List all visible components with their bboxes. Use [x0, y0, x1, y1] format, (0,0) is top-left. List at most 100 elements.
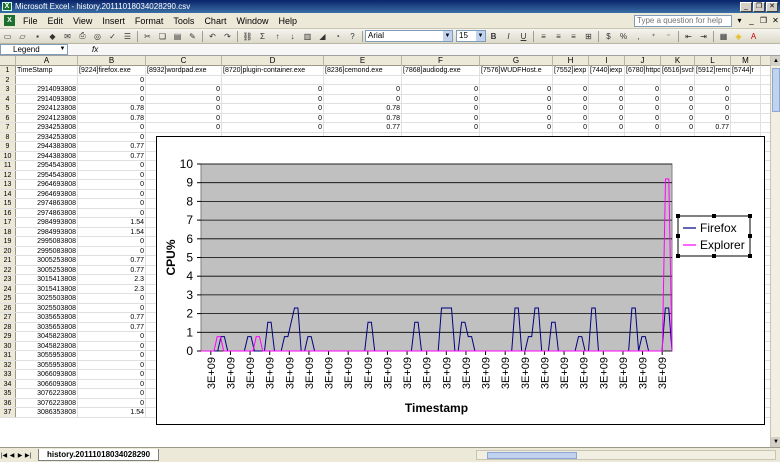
- cell[interactable]: 2984993808: [16, 218, 78, 227]
- cell[interactable]: 0: [402, 123, 480, 132]
- row-number[interactable]: 31: [0, 351, 16, 360]
- cell[interactable]: 0: [695, 113, 731, 122]
- row-number[interactable]: 29: [0, 332, 16, 341]
- workbook-minimize-icon[interactable]: _: [747, 15, 756, 26]
- cell[interactable]: 0: [661, 104, 695, 113]
- cell[interactable]: 3055953808: [16, 351, 78, 360]
- cell[interactable]: 0: [625, 94, 661, 103]
- cell[interactable]: [731, 104, 761, 113]
- cell[interactable]: 0: [146, 85, 222, 94]
- cell[interactable]: [16, 75, 78, 84]
- horizontal-scroll-thumb[interactable]: [487, 452, 577, 459]
- cell[interactable]: [661, 75, 695, 84]
- cell[interactable]: 2934253808: [16, 132, 78, 141]
- close-button[interactable]: ✕: [766, 1, 778, 12]
- cell[interactable]: 1.54: [78, 218, 146, 227]
- align-left-icon[interactable]: ≡: [537, 30, 550, 42]
- cell[interactable]: 0: [222, 85, 324, 94]
- name-box-dropdown-icon[interactable]: ▼: [58, 45, 67, 54]
- row-number[interactable]: 33: [0, 370, 16, 379]
- decrease-decimal-icon[interactable]: ⁻: [662, 30, 675, 42]
- cell[interactable]: 0: [625, 123, 661, 132]
- scroll-down-icon[interactable]: ▼: [771, 437, 780, 447]
- menu-chart[interactable]: Chart: [199, 16, 231, 26]
- cell[interactable]: 0.77: [324, 123, 402, 132]
- cell[interactable]: 2914093808: [16, 85, 78, 94]
- cell[interactable]: 0: [78, 132, 146, 141]
- row-number[interactable]: 37: [0, 408, 16, 417]
- cell[interactable]: 0: [78, 170, 146, 179]
- cell[interactable]: 3005253808: [16, 265, 78, 274]
- copy-icon[interactable]: ❏: [156, 30, 169, 42]
- minimize-button[interactable]: _: [740, 1, 752, 12]
- cell[interactable]: 0.77: [78, 142, 146, 151]
- cell[interactable]: 0: [78, 199, 146, 208]
- column-header-c[interactable]: C: [146, 56, 222, 66]
- column-header-l[interactable]: L: [695, 56, 731, 66]
- cell[interactable]: 0: [589, 113, 625, 122]
- row-number[interactable]: 27: [0, 313, 16, 322]
- cell[interactable]: 2924123808: [16, 104, 78, 113]
- cell[interactable]: [731, 113, 761, 122]
- menu-edit[interactable]: Edit: [43, 16, 69, 26]
- row-number[interactable]: 4: [0, 94, 16, 103]
- cell[interactable]: 0: [324, 85, 402, 94]
- cell[interactable]: 3066093808: [16, 370, 78, 379]
- cell[interactable]: 0: [589, 94, 625, 103]
- cell[interactable]: 2954543808: [16, 161, 78, 170]
- cell[interactable]: 0: [78, 237, 146, 246]
- cell[interactable]: 0.77: [78, 322, 146, 331]
- percent-icon[interactable]: %: [617, 30, 630, 42]
- cell[interactable]: 0: [480, 113, 553, 122]
- cell[interactable]: 0: [589, 85, 625, 94]
- row-number[interactable]: 34: [0, 379, 16, 388]
- row-number[interactable]: 32: [0, 360, 16, 369]
- cell[interactable]: [731, 123, 761, 132]
- scroll-up-icon[interactable]: ▲: [771, 56, 780, 66]
- align-center-icon[interactable]: ≡: [552, 30, 565, 42]
- excel-app-icon[interactable]: X: [2, 2, 12, 11]
- bold-icon[interactable]: B: [487, 30, 500, 42]
- row-number[interactable]: 26: [0, 303, 16, 312]
- row-number[interactable]: 36: [0, 398, 16, 407]
- menu-insert[interactable]: Insert: [97, 16, 130, 26]
- cell[interactable]: 0: [695, 85, 731, 94]
- paste-icon[interactable]: ▤: [171, 30, 184, 42]
- cell[interactable]: 3045823808: [16, 341, 78, 350]
- menu-help[interactable]: Help: [273, 16, 302, 26]
- row-number[interactable]: 1: [0, 66, 16, 75]
- comma-icon[interactable]: ,: [632, 30, 645, 42]
- select-all-corner[interactable]: [0, 56, 16, 66]
- cell[interactable]: 0: [78, 379, 146, 388]
- row-number[interactable]: 15: [0, 199, 16, 208]
- hyperlink-icon[interactable]: ⛓: [241, 30, 254, 42]
- prev-sheet-icon[interactable]: ◀: [8, 452, 16, 459]
- decrease-indent-icon[interactable]: ⇤: [682, 30, 695, 42]
- underline-icon[interactable]: U: [517, 30, 530, 42]
- permission-icon[interactable]: ◆: [46, 30, 59, 42]
- cell[interactable]: 0: [661, 85, 695, 94]
- row-number[interactable]: 16: [0, 208, 16, 217]
- merge-center-icon[interactable]: ⊞: [582, 30, 595, 42]
- cell[interactable]: 0: [553, 85, 589, 94]
- menu-format[interactable]: Format: [130, 16, 169, 26]
- cell[interactable]: 3055953808: [16, 360, 78, 369]
- cell[interactable]: 0: [222, 113, 324, 122]
- cell[interactable]: [5744]r: [731, 66, 761, 75]
- cell[interactable]: 0: [625, 104, 661, 113]
- row-number[interactable]: 6: [0, 113, 16, 122]
- cell[interactable]: 2.3: [78, 284, 146, 293]
- cell[interactable]: 0: [78, 332, 146, 341]
- autosum-icon[interactable]: Σ: [256, 30, 269, 42]
- cell[interactable]: 0: [78, 123, 146, 132]
- cell[interactable]: 0: [78, 303, 146, 312]
- email-icon[interactable]: ✉: [61, 30, 74, 42]
- cell[interactable]: 0: [695, 104, 731, 113]
- menu-file[interactable]: File: [18, 16, 43, 26]
- cell[interactable]: 2974863808: [16, 199, 78, 208]
- row-number[interactable]: 19: [0, 237, 16, 246]
- font-name-select[interactable]: Arial ▼: [365, 30, 453, 42]
- cell[interactable]: 0.77: [78, 256, 146, 265]
- cell[interactable]: [7868]audiodg.exe: [402, 66, 480, 75]
- cell[interactable]: 0: [402, 85, 480, 94]
